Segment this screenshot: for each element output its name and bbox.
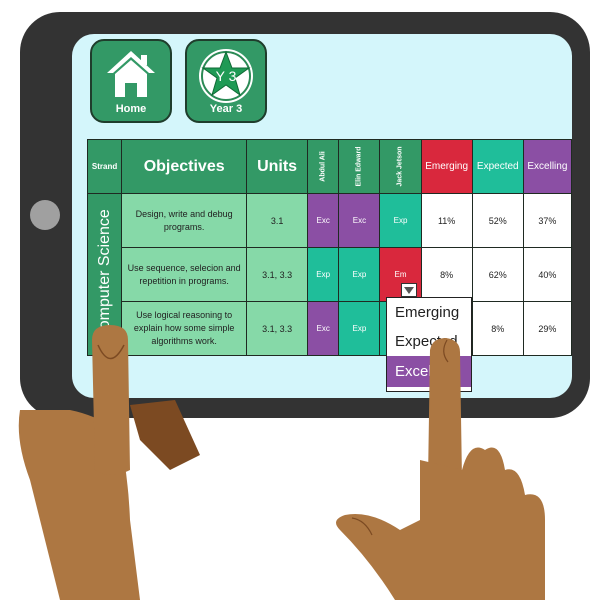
hands-illustration — [18, 325, 545, 600]
right-hand — [336, 447, 545, 600]
right-index-finger — [428, 338, 462, 480]
left-hand-back-fingers — [130, 400, 200, 470]
left-thumb — [92, 325, 130, 475]
